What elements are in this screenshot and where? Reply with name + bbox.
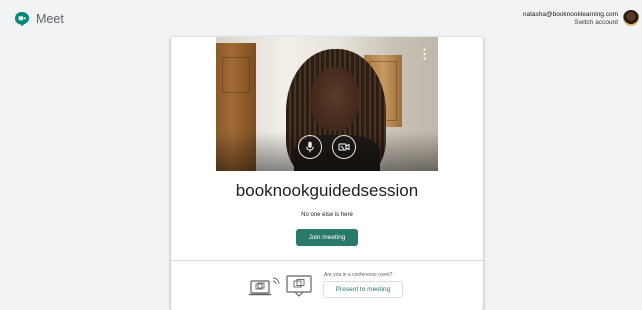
- avatar[interactable]: [623, 10, 639, 26]
- laptop-cast-icon: [249, 277, 280, 296]
- join-meeting-button[interactable]: Join meeting: [296, 229, 358, 246]
- present-illustration: [249, 275, 312, 297]
- tv-cast-icon: [286, 275, 312, 297]
- meeting-card: booknookguidedsession No one else is her…: [171, 37, 483, 310]
- video-gradient: [216, 131, 438, 171]
- camera-button[interactable]: [332, 135, 356, 159]
- switch-account-link[interactable]: Switch account: [523, 19, 618, 27]
- more-options-icon[interactable]: [423, 48, 426, 60]
- microphone-icon: [306, 141, 314, 153]
- microphone-button[interactable]: [298, 135, 322, 159]
- app-name: Meet: [36, 12, 64, 26]
- present-to-meeting-button[interactable]: Present to meeting: [323, 281, 403, 298]
- divider: [171, 260, 483, 261]
- meeting-title: booknookguidedsession: [235, 181, 419, 200]
- person-face: [311, 67, 359, 131]
- top-bar: Meet natasha@booknooklearning.com Switch…: [0, 0, 642, 36]
- meet-logo-icon: [15, 12, 29, 27]
- video-preview: [216, 37, 438, 171]
- participants-status: No one else is here: [301, 212, 353, 218]
- account-info[interactable]: natasha@booknooklearning.com Switch acco…: [523, 11, 618, 27]
- account-email: natasha@booknooklearning.com: [522, 11, 618, 18]
- conference-room-question: Are you in a conference room?: [324, 272, 393, 278]
- meet-logo[interactable]: Meet: [14, 11, 64, 27]
- camera-off-icon: [338, 143, 350, 151]
